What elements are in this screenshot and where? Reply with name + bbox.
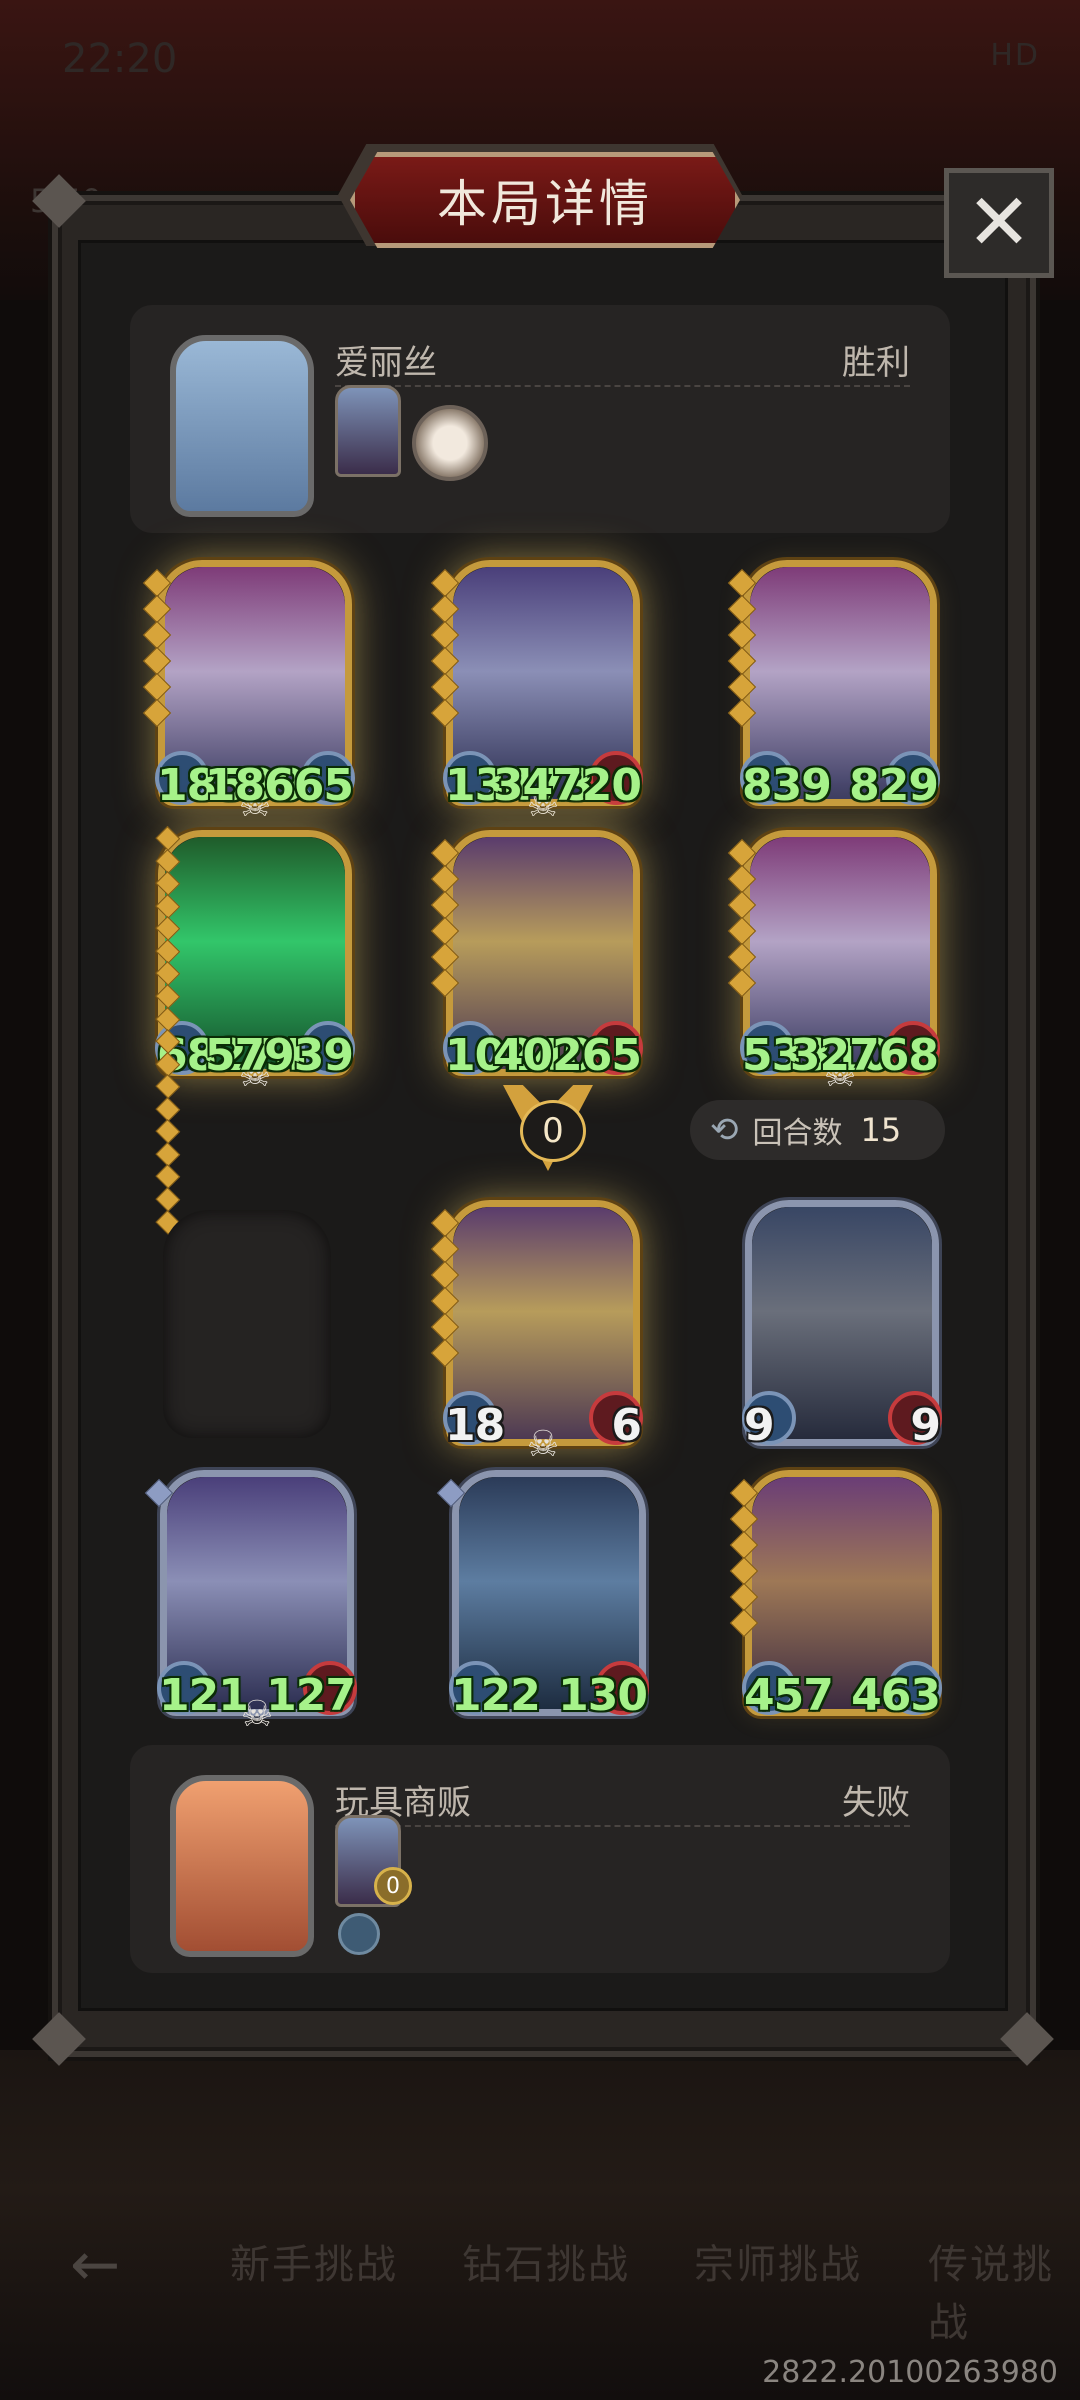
board-card[interactable]: 122 130 [436,1470,649,1721]
hero-power-icon[interactable] [335,385,401,477]
player-avatar[interactable] [170,335,314,517]
nav-item-master[interactable]: 宗师挑战 [694,2232,862,2290]
card-health: 463 [851,1670,941,1721]
close-button[interactable]: ✕ [944,168,1054,278]
status-time: 22:20 [62,36,178,82]
card-stars [430,568,460,728]
divider [335,1825,910,1827]
nav-item-novice[interactable]: 新手挑战 [230,2232,398,2290]
board-card[interactable]: ☠ 121 127 [144,1470,357,1735]
back-arrow-icon[interactable]: ← [70,2230,120,2300]
player-avatar[interactable] [170,1775,314,1957]
card-health: 130 [558,1670,648,1721]
card-stars [142,568,172,728]
board-card[interactable]: ☠ 13473 34720 [430,560,643,825]
skull-icon: ☠ [526,1424,560,1465]
status-bar: 22:20 HD [0,0,1080,110]
card-stars [727,838,757,998]
card-attack: 122 [451,1670,541,1721]
turn-value: 15 [860,1111,902,1149]
card-stars [729,1478,759,1638]
card-health: 127 [266,1670,356,1721]
player-row-loser: 玩具商贩 失败 0 [130,1745,950,1973]
board-card[interactable]: 457 463 [729,1470,942,1721]
card-attack: 121 [159,1670,249,1721]
turn-counter: ⟲ 回合数 15 [690,1100,945,1160]
nav-item-legend[interactable]: 传说挑战 [928,2232,1080,2348]
hero-power-cost: 0 [374,1867,412,1905]
version-label: 2822.20100263980 [762,2355,1058,2390]
card-stars [436,1478,466,1508]
card-stars [430,838,460,998]
dialog-title: 本局详情 [350,152,740,248]
empty-card-slot [163,1210,331,1438]
card-attack: 18 [445,1400,505,1451]
trinket-icon[interactable] [338,1913,380,1955]
player-result: 失败 [842,1783,910,1823]
card-health: 9 [910,1400,941,1451]
card-health: 57939 [204,1030,354,1081]
card-stars [144,1478,174,1508]
divider [335,385,910,387]
star-chain [155,826,181,1235]
card-attack: 457 [744,1670,834,1721]
card-attack: 839 [742,760,832,811]
board-card[interactable]: 9 9 [742,1200,942,1451]
card-attack: 9 [744,1400,775,1451]
attack-marker-value: 0 [520,1100,586,1162]
card-health: 40265 [492,1030,642,1081]
board-card[interactable]: ☠ 18 6 [430,1200,643,1465]
card-health: 829 [849,760,939,811]
board-card[interactable]: ☠ 18599 18665 [142,560,355,825]
card-health: 34720 [492,760,642,811]
player-row-winner: 爱丽丝 胜利 [130,305,950,533]
card-stars [430,1208,460,1368]
card-health: 32768 [789,1030,939,1081]
player-name: 爱丽丝 [335,343,437,383]
nav-item-diamond[interactable]: 钻石挑战 [462,2232,630,2290]
status-indicators: HD [990,38,1040,73]
turn-label: 回合数 [752,1116,843,1151]
board-card[interactable]: ☠ 53310 32768 [727,830,940,1095]
card-stars [727,568,757,728]
bottom-nav: ← 新手挑战 钻石挑战 宗师挑战 传说挑战 [0,2200,1080,2346]
player-result: 胜利 [842,343,910,383]
board-card[interactable]: 10240 40265 [430,830,643,1081]
close-icon: ✕ [966,178,1032,268]
refresh-icon: ⟲ [710,1110,739,1150]
pocket-watch-icon[interactable] [412,405,488,481]
board-card[interactable]: 839 829 [727,560,940,811]
card-health: 18665 [204,760,354,811]
card-health: 6 [611,1400,642,1451]
board-card[interactable]: ☠ 68274 57939 [155,830,355,1095]
